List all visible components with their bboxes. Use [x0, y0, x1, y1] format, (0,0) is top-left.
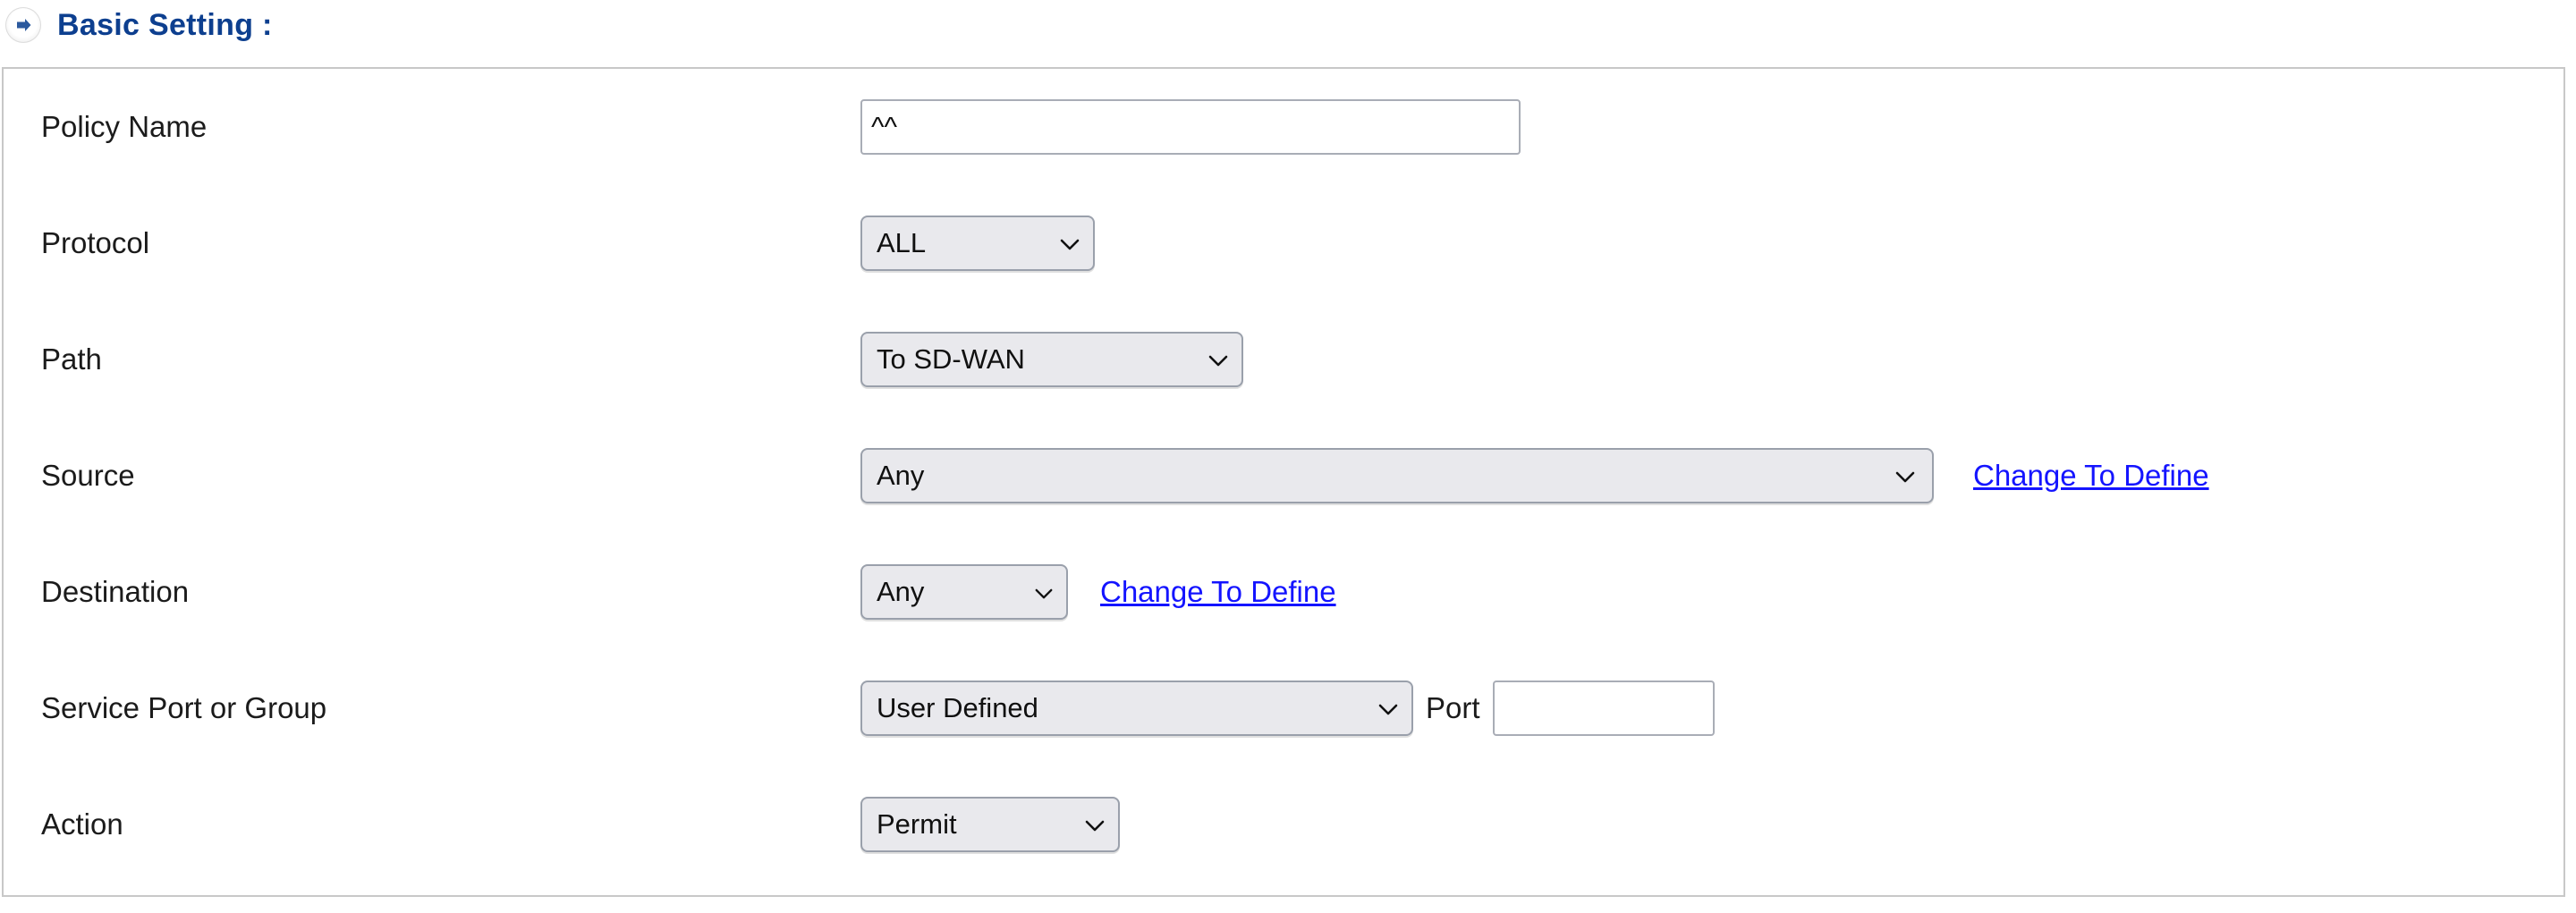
section-header: Basic Setting : — [0, 0, 273, 50]
policy-name-input[interactable] — [860, 99, 1521, 155]
protocol-select[interactable]: ALL — [860, 216, 1095, 271]
source-select-value: Any — [877, 460, 925, 491]
path-select-value: To SD-WAN — [877, 343, 1025, 375]
source-change-to-define-link[interactable]: Change To Define — [1973, 459, 2209, 493]
label-service-port-or-group: Service Port or Group — [41, 691, 327, 724]
chevron-down-icon — [1059, 227, 1080, 259]
form-row-policy-name: Policy Name — [4, 69, 2563, 185]
chevron-down-icon — [1377, 692, 1399, 724]
service-port-or-group-select[interactable]: User Defined — [860, 681, 1413, 736]
action-select[interactable]: Permit — [860, 797, 1120, 852]
chevron-down-icon — [1208, 343, 1229, 376]
label-port: Port — [1426, 691, 1480, 724]
control-area-destination: Any Change To Define — [860, 564, 1336, 620]
circle-arrow-right-icon[interactable] — [5, 7, 41, 43]
control-area-source: Any Change To Define — [860, 448, 2209, 503]
chevron-down-icon — [1034, 576, 1054, 608]
label-destination: Destination — [41, 575, 190, 608]
label-protocol: Protocol — [41, 226, 150, 259]
destination-select-value: Any — [877, 576, 925, 607]
label-action: Action — [41, 807, 123, 841]
form-row-path: Path To SD-WAN — [4, 301, 2563, 418]
label-path: Path — [41, 342, 102, 376]
label-source: Source — [41, 459, 135, 492]
source-select[interactable]: Any — [860, 448, 1934, 503]
form-row-source: Source Any Change To Define — [4, 418, 2563, 534]
control-area-path: To SD-WAN — [860, 332, 1243, 387]
basic-setting-panel: Policy Name Protocol ALL — [2, 67, 2565, 897]
protocol-select-value: ALL — [877, 227, 927, 258]
control-area-protocol: ALL — [860, 216, 1095, 271]
control-area-action: Permit — [860, 797, 1120, 852]
form-row-protocol: Protocol ALL — [4, 185, 2563, 301]
chevron-down-icon — [1894, 460, 1916, 492]
basic-setting-page: Basic Setting : Policy Name Protocol ALL — [0, 0, 2576, 913]
page-title: Basic Setting : — [57, 7, 273, 42]
path-select[interactable]: To SD-WAN — [860, 332, 1243, 387]
destination-change-to-define-link[interactable]: Change To Define — [1100, 575, 1336, 609]
form-row-action: Action Permit — [4, 766, 2563, 883]
port-input[interactable] — [1492, 681, 1715, 736]
action-select-value: Permit — [877, 808, 957, 840]
form-row-service-port-or-group: Service Port or Group User Defined Port — [4, 650, 2563, 766]
label-policy-name: Policy Name — [41, 110, 208, 143]
control-area-service-port-or-group: User Defined Port — [860, 681, 1715, 736]
destination-select[interactable]: Any — [860, 564, 1068, 620]
chevron-down-icon — [1084, 808, 1106, 841]
control-area-policy-name — [860, 99, 1521, 155]
form-row-destination: Destination Any Change To Define — [4, 534, 2563, 650]
service-port-or-group-select-value: User Defined — [877, 692, 1038, 723]
